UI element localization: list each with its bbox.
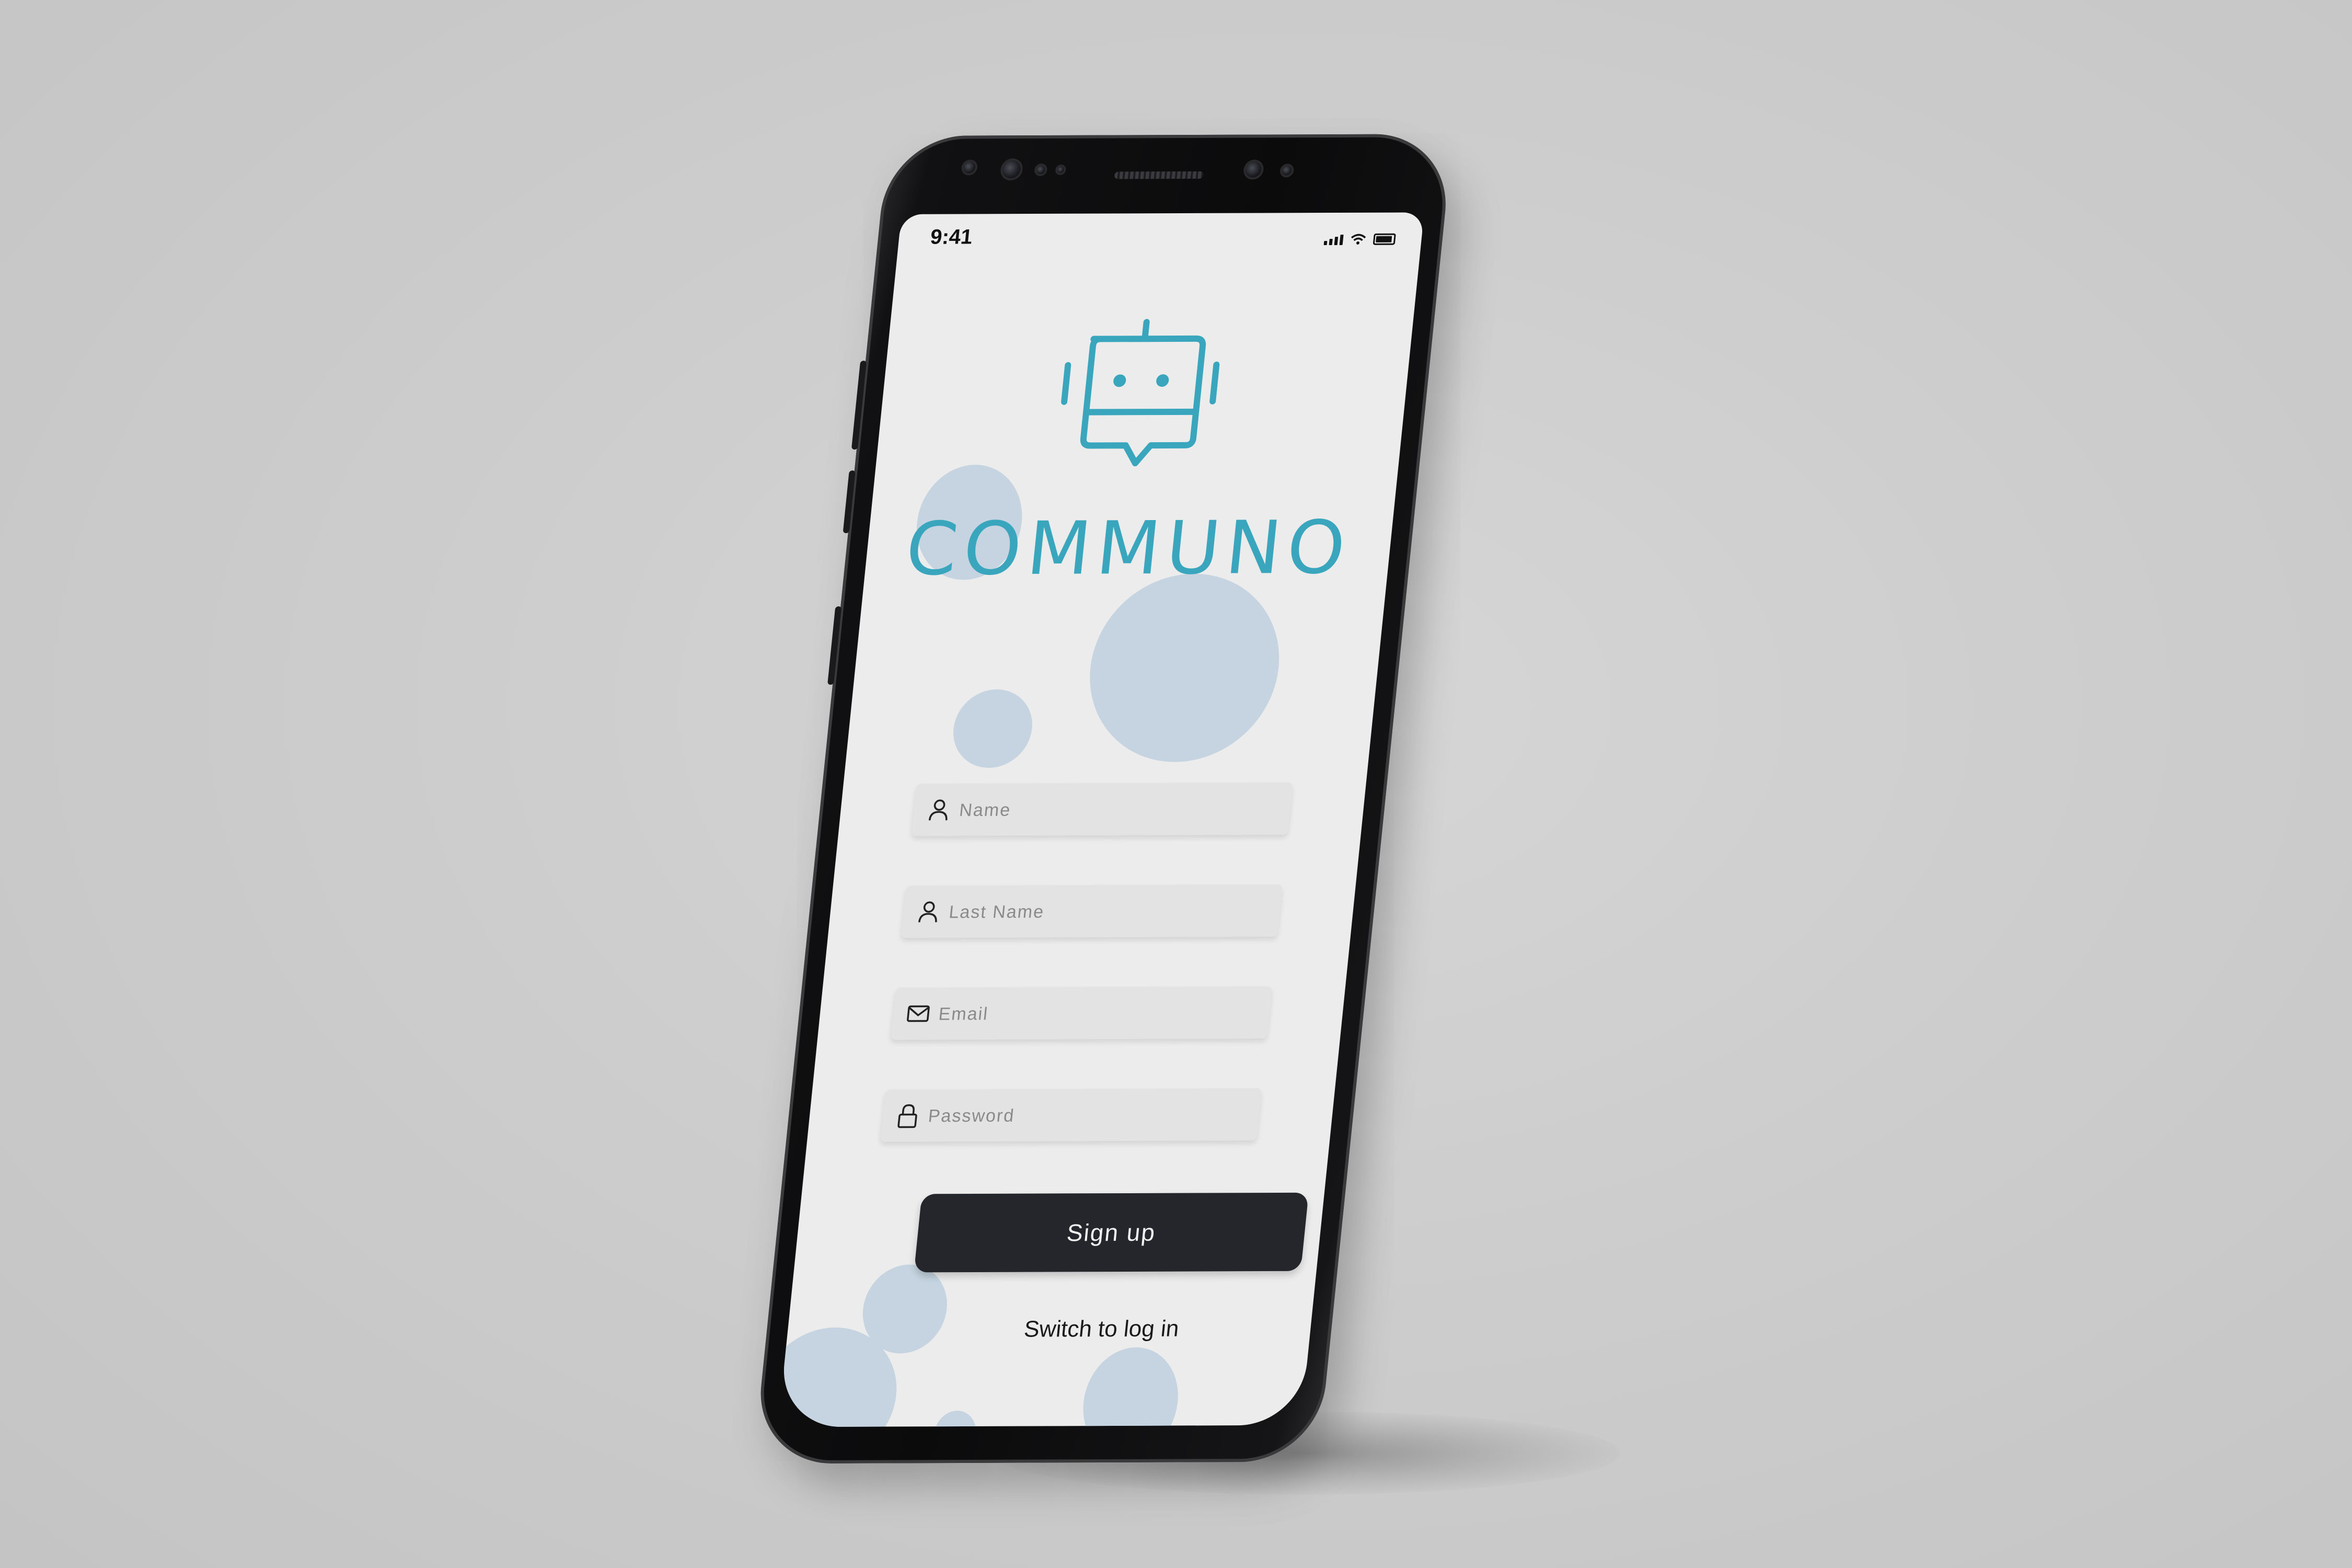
mail-icon [907, 1005, 930, 1022]
last-name-field[interactable] [901, 884, 1283, 939]
top-bezel [880, 134, 1454, 225]
user-icon [928, 799, 948, 821]
app-name: COMMUNO [902, 505, 1356, 592]
email-input[interactable] [935, 986, 1262, 1041]
sensor-icon [1036, 165, 1046, 174]
iris-sensor-icon [963, 162, 976, 174]
password-field[interactable] [880, 1088, 1262, 1143]
name-field[interactable] [911, 782, 1293, 837]
phone-device: 9:41 COMMUNO Name Last Name Email Sign u… [753, 134, 1454, 1464]
switch-to-login-link[interactable]: Switch to log in [907, 1316, 1296, 1343]
sign-up-button[interactable]: Sign up [914, 1192, 1309, 1273]
status-bar: 9:41 [897, 212, 1424, 261]
status-time: 9:41 [929, 225, 974, 249]
lock-icon [897, 1104, 917, 1128]
last-name-input[interactable] [945, 884, 1273, 939]
mockup-scene: 9:41 COMMUNO Name Last Name Email Sign u… [0, 0, 2352, 1568]
decor-blob [949, 689, 1036, 768]
status-icons [1323, 233, 1396, 246]
email-field[interactable] [890, 986, 1273, 1041]
name-input[interactable] [955, 782, 1283, 837]
user-icon [918, 901, 937, 923]
wifi-icon [1351, 234, 1366, 245]
proximity-sensor-icon [1282, 166, 1293, 176]
robot-chat-icon [1061, 319, 1220, 467]
front-camera-2-icon [1244, 162, 1262, 178]
decor-blob [1078, 1347, 1183, 1427]
cellular-signal-icon [1323, 234, 1344, 246]
password-input[interactable] [924, 1088, 1252, 1143]
decor-blob [931, 1410, 978, 1427]
front-camera-icon [1001, 160, 1022, 179]
sensor-dot-icon [1057, 166, 1064, 173]
decor-blob [1080, 573, 1288, 763]
battery-icon [1373, 233, 1396, 245]
earpiece-speaker [1114, 171, 1204, 179]
